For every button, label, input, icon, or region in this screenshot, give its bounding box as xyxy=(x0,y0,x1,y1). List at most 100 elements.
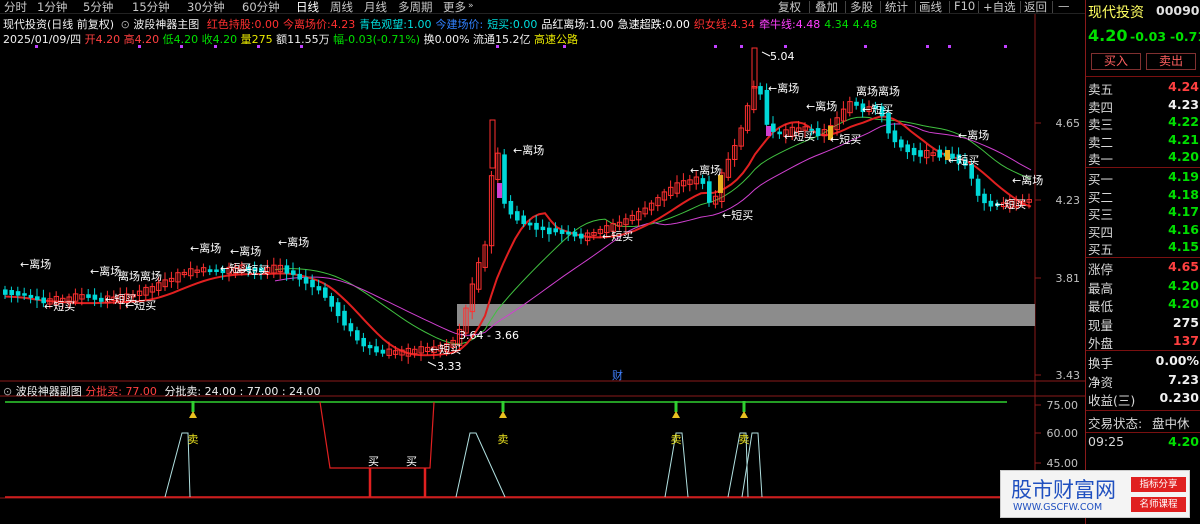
gap-range-label: 3.64 - 3.66 xyxy=(459,329,519,342)
asks-label: 卖五 xyxy=(1088,82,1114,97)
candle-body xyxy=(547,227,552,235)
short-buy-label: ←短买 xyxy=(722,208,753,222)
sub-axis-label: 60.00 xyxy=(1047,427,1079,440)
stats-row[interactable]: 最高 4.20 xyxy=(1088,278,1199,296)
asks-row[interactable]: 卖二 4.21 xyxy=(1088,132,1199,150)
candle-body xyxy=(86,294,91,298)
bids-row[interactable]: 买一 4.19 xyxy=(1088,169,1199,187)
kline-chart[interactable]: 4.65 4.23 3.81 3.43 ←离场 ←离场 ←离场 ←离场 ←离场 ←离场 ←离场 ←离… xyxy=(0,0,1085,524)
short-buy-label: ←短买 xyxy=(430,342,461,356)
batch-sell-values: 24.00 : 77.00 : 24.00 xyxy=(204,385,321,398)
sell-arrow-icon xyxy=(740,411,748,418)
watermark-tag-course: 名师课程 xyxy=(1131,497,1186,512)
leave-signal-label: ←离场 xyxy=(230,244,261,258)
bids-value: 4.17 xyxy=(1168,204,1199,219)
asks-value: 4.22 xyxy=(1168,114,1199,129)
batch-buy-label: 分批买: xyxy=(85,385,122,398)
candle-body xyxy=(937,149,942,158)
quote-panel: 现代投资 000900 4.20 -0.03 -0.71 买入 卖出 卖五 4.2… xyxy=(1085,0,1200,524)
top-marker-dot xyxy=(496,45,499,48)
sell-signal-label: 卖 xyxy=(188,433,199,446)
asks-row[interactable]: 卖五 4.24 xyxy=(1088,79,1199,97)
bids-value: 4.16 xyxy=(1168,221,1199,237)
stats2-row[interactable]: 收益(三) 0.230 xyxy=(1088,390,1199,408)
stats2-row[interactable]: 换手 0.00% xyxy=(1088,353,1199,371)
leave-signal-label: ←离场 xyxy=(768,81,799,95)
price-label: 3.81 xyxy=(1056,272,1081,285)
leave-signal-label: ←离场 xyxy=(958,128,989,142)
short-buy-label: ←短买 xyxy=(830,132,861,146)
stats2-label: 换手 xyxy=(1088,356,1114,371)
stats-value: 4.20 xyxy=(1168,277,1199,293)
stats2-row[interactable]: 净资 7.23 xyxy=(1088,372,1199,390)
candle-body xyxy=(28,294,34,298)
stats-row[interactable]: 现量 275 xyxy=(1088,315,1199,333)
stats2-value: 0.230 xyxy=(1159,390,1199,405)
candle-body xyxy=(534,222,539,230)
stats-value: 4.20 xyxy=(1168,296,1199,311)
low-price-label: 3.33 xyxy=(437,360,462,373)
candle-body xyxy=(918,150,923,157)
bids-row[interactable]: 买二 4.18 xyxy=(1088,187,1199,205)
stats-value: 275 xyxy=(1172,314,1199,330)
candle-body xyxy=(540,226,546,231)
asks-row[interactable]: 卖一 4.20 xyxy=(1088,149,1199,167)
candle-body xyxy=(316,286,322,291)
candle-body xyxy=(988,200,994,207)
candle-body xyxy=(815,128,821,136)
asks-row[interactable]: 卖四 4.23 xyxy=(1088,97,1199,115)
high-pointer xyxy=(761,51,771,57)
leave-signal-label: 离场离场 xyxy=(118,269,162,283)
short-buy-label: ←短买 xyxy=(862,102,893,116)
bids-label: 买五 xyxy=(1088,242,1114,257)
stats-row[interactable]: 外盘 137 xyxy=(1088,333,1199,351)
batch-buy-value: 77.00 xyxy=(125,385,157,398)
candle-body xyxy=(3,289,8,295)
asks-value: 4.23 xyxy=(1168,96,1199,112)
stats-row[interactable]: 涨停 4.65 xyxy=(1088,259,1199,277)
candle-body xyxy=(905,144,910,153)
candle-body xyxy=(764,89,770,125)
candle-body xyxy=(975,178,981,196)
candle-body xyxy=(508,200,514,215)
sell-signal-label: 卖 xyxy=(739,433,750,446)
high-price-label: 5.04 xyxy=(770,50,795,63)
low-pointer xyxy=(427,361,437,367)
trade-status: 交易状态: 盘中休 xyxy=(1088,413,1199,431)
watermark-url: WWW.GSCFW.COM xyxy=(1013,502,1103,513)
sell-signal-label: 卖 xyxy=(498,433,509,446)
asks-value: 4.20 xyxy=(1168,149,1199,164)
bids-label: 买一 xyxy=(1088,172,1114,187)
stats-row[interactable]: 最低 4.20 xyxy=(1088,296,1199,314)
short-buy-label: ←短买 xyxy=(602,229,633,243)
bids-row[interactable]: 买五 4.15 xyxy=(1088,239,1199,257)
top-marker-dot xyxy=(300,45,303,48)
asks-row[interactable]: 卖三 4.22 xyxy=(1088,114,1199,132)
candle-body xyxy=(892,130,898,143)
sell-wave xyxy=(164,432,191,498)
bids-row[interactable]: 买三 4.17 xyxy=(1088,204,1199,222)
asks-value: 4.24 xyxy=(1168,79,1199,94)
short-buy-label: ←短买 xyxy=(784,129,815,143)
candle-body xyxy=(367,344,373,349)
top-marker-dot xyxy=(740,45,743,48)
stats-label: 现量 xyxy=(1088,317,1114,333)
spike-candle xyxy=(751,47,758,89)
watermark-logo: 股市财富网 WWW.GSCFW.COM 指标分享 名师课程 xyxy=(1000,470,1190,518)
sub-indicator-name: 波段神器副图 xyxy=(15,385,82,398)
candle-body xyxy=(35,296,40,301)
sub-indicator-header: ⊙ 波段神器副图 分批买: 77.00 分批卖: 24.00 : 77.00 :… xyxy=(3,383,321,399)
top-marker-dot xyxy=(138,45,141,48)
bids-row[interactable]: 买四 4.16 xyxy=(1088,222,1199,240)
sub-settings-icon[interactable]: ⊙ xyxy=(3,385,12,398)
candle-body xyxy=(380,349,386,354)
stats2-label: 净资 xyxy=(1088,374,1114,390)
leave-signal-label: ←离场 xyxy=(513,143,544,157)
candle-body xyxy=(342,310,347,326)
short-buy-label: ←短买 xyxy=(238,263,269,277)
price-label: 4.65 xyxy=(1056,117,1081,130)
buy-button[interactable]: 买入 xyxy=(1091,53,1141,70)
gap-zone xyxy=(457,304,1035,326)
leave-signal-label: ←离场 xyxy=(278,235,309,249)
sell-button[interactable]: 卖出 xyxy=(1146,53,1196,70)
